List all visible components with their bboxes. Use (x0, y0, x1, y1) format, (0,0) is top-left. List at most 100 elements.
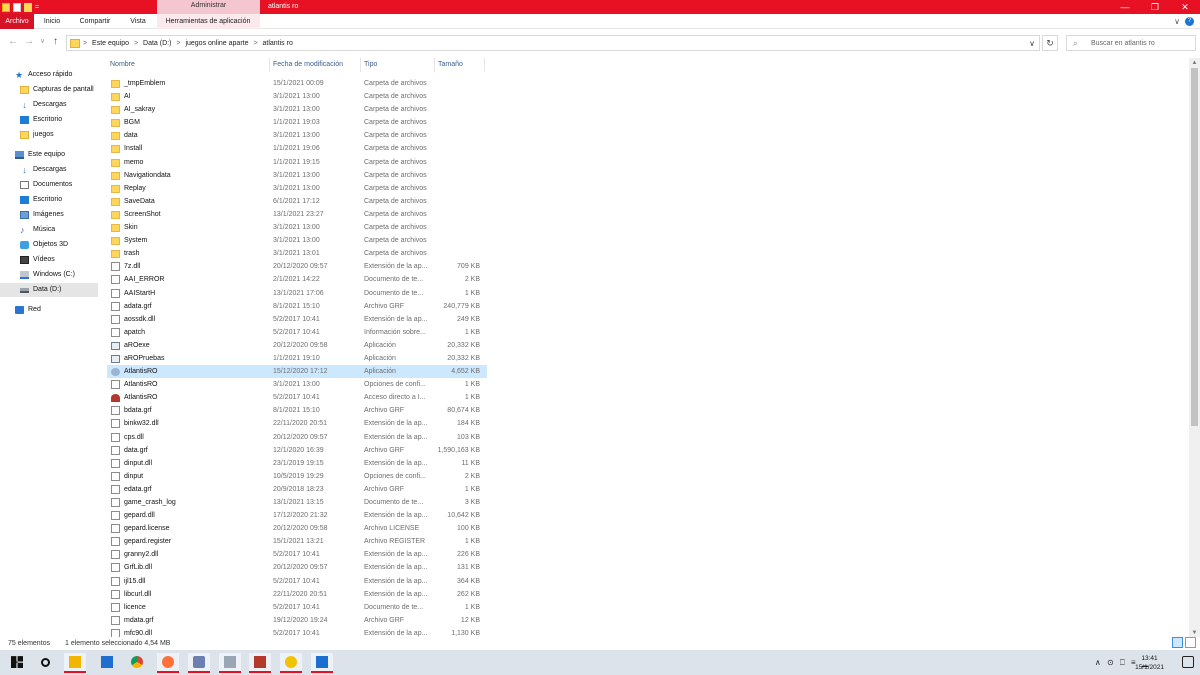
properties-icon[interactable] (13, 2, 21, 12)
sidebar-item-escritorio[interactable]: Escritorio (0, 193, 98, 207)
taskbar-chrome[interactable] (126, 653, 148, 673)
scroll-thumb[interactable] (1191, 68, 1198, 426)
table-row[interactable]: licence 5/2/2017 10:41 Documento de te... 1… (107, 601, 487, 614)
refresh-button[interactable]: ↻ (1042, 35, 1058, 51)
recent-locations-button[interactable]: ∨ (40, 35, 45, 49)
help-icon[interactable]: ? (1185, 17, 1194, 26)
table-row[interactable]: adata.grf 8/1/2021 15:10 Archivo GRF 240,77… (107, 300, 487, 313)
taskbar-media[interactable] (311, 653, 333, 673)
table-row[interactable]: granny2.dll 5/2/2017 10:41 Extensión de la… (107, 548, 487, 561)
table-row[interactable]: Replay 3/1/2021 13:00 Carpeta de archivos (107, 182, 487, 195)
taskbar-file-explorer[interactable] (64, 653, 86, 673)
taskbar-xbox[interactable] (280, 653, 302, 673)
sidebar-item-escritorio[interactable]: Escritorio (0, 113, 98, 127)
table-row[interactable]: dinput.dll 23/1/2019 19:15 Extensión de la… (107, 457, 487, 470)
table-row[interactable]: aROexe 20/12/2020 09:58 Aplicación 20,332 K… (107, 339, 487, 352)
sidebar-item-im-genes[interactable]: Imágenes (0, 208, 98, 222)
table-row[interactable]: gepard.dll 17/12/2020 21:32 Extensión de l… (107, 509, 487, 522)
breadcrumb-atlantis-ro[interactable]: atlantis ro (263, 40, 293, 47)
table-row[interactable]: Navigationdata 3/1/2021 13:00 Carpeta de a… (107, 169, 487, 182)
clock[interactable]: 13:41 15/1/2021 (1135, 654, 1164, 672)
table-row[interactable]: aossdk.dll 5/2/2017 10:41 Extensión de la … (107, 313, 487, 326)
sidebar-item-objetos-3d[interactable]: Objetos 3D (0, 238, 98, 252)
table-row[interactable]: binkw32.dll 22/11/2020 20:51 Extensión de … (107, 417, 487, 430)
sidebar-item-capturas-de-pantall[interactable]: Capturas de pantall (0, 83, 98, 97)
table-row[interactable]: memo 1/1/2021 19:15 Carpeta de archivos (107, 156, 487, 169)
table-row[interactable]: edata.grf 20/9/2018 18:23 Archivo GRF 1 KB (107, 483, 487, 496)
table-row[interactable]: GrfLib.dll 20/12/2020 09:57 Extensión de l… (107, 561, 487, 574)
sidebar-item-este-equipo[interactable]: Este equipo (0, 148, 98, 162)
chevron-down-icon[interactable]: ∨ (1029, 36, 1035, 51)
close-button[interactable]: ✕ (1170, 0, 1200, 14)
contextual-tab-manage[interactable]: Administrar (157, 0, 260, 14)
table-row[interactable]: System 3/1/2021 13:00 Carpeta de archivos (107, 234, 487, 247)
back-button[interactable]: ← (8, 35, 18, 49)
tab-home[interactable]: Inicio (38, 14, 66, 29)
sidebar-item-red[interactable]: Red (0, 303, 98, 317)
table-row[interactable]: AAI_ERROR 2/1/2021 14:22 Documento de te..… (107, 273, 487, 286)
details-view-icon[interactable] (1172, 637, 1183, 648)
table-row[interactable]: gepard.license 20/12/2020 09:58 Archivo LI… (107, 522, 487, 535)
table-row[interactable]: AtlantisRO 15/12/2020 17:12 Aplicación 4,65… (107, 365, 487, 379)
table-row[interactable]: SaveData 6/1/2021 17:12 Carpeta de archivo… (107, 195, 487, 208)
large-icons-view-icon[interactable] (1185, 637, 1196, 648)
sidebar-item-windows-c[interactable]: Windows (C:) (0, 268, 98, 282)
taskbar-firefox[interactable] (157, 653, 179, 673)
table-row[interactable]: ScreenShot 13/1/2021 23:27 Carpeta de arch… (107, 208, 487, 221)
tab-view[interactable]: Vista (124, 14, 152, 29)
table-row[interactable]: trash 3/1/2021 13:01 Carpeta de archivos (107, 247, 487, 260)
sidebar-item-data-d[interactable]: Data (D:) (0, 283, 98, 297)
table-row[interactable]: BGM 1/1/2021 19:03 Carpeta de archivos (107, 116, 487, 129)
column-header-name[interactable]: Nombre (107, 58, 270, 72)
table-row[interactable]: data.grf 12/1/2020 16:39 Archivo GRF 1,590,… (107, 444, 487, 457)
table-row[interactable]: gepard.register 15/1/2021 13:21 Archivo RE… (107, 535, 487, 548)
breadcrumb-data-drive[interactable]: Data (D:) (143, 40, 171, 47)
notification-center-icon[interactable] (1182, 656, 1194, 668)
taskbar-mail[interactable] (96, 653, 118, 673)
table-row[interactable]: Skin 3/1/2021 13:00 Carpeta de archivos (107, 221, 487, 234)
search-input[interactable]: ⌕ Buscar en atlantis ro (1066, 35, 1196, 51)
table-row[interactable]: AAIStartH 13/1/2021 17:06 Documento de te.… (107, 287, 487, 300)
sidebar-item-descargas[interactable]: ↓ Descargas (0, 163, 98, 177)
table-row[interactable]: AI_sakray 3/1/2021 13:00 Carpeta de archiv… (107, 103, 487, 116)
table-row[interactable]: apatch 5/2/2017 10:41 Información sobre...… (107, 326, 487, 339)
table-row[interactable]: libcurl.dll 22/11/2020 20:51 Extensión de … (107, 588, 487, 601)
column-header-type[interactable]: Tipo (361, 58, 435, 72)
table-row[interactable]: dinput 10/5/2019 19:29 Opciones de confi..… (107, 470, 487, 483)
table-row[interactable]: AtlantisRO 5/2/2017 10:41 Acceso directo a… (107, 391, 487, 404)
tab-file[interactable]: Archivo (0, 14, 34, 29)
table-row[interactable]: data 3/1/2021 13:00 Carpeta de archivos (107, 129, 487, 142)
vertical-scrollbar[interactable]: ▲ ▼ (1189, 58, 1200, 638)
sidebar-item-m-sica[interactable]: ♪ Música (0, 223, 98, 237)
tab-application-tools[interactable]: Herramientas de aplicación (160, 14, 256, 29)
table-row[interactable]: aROPruebas 1/1/2021 19:10 Aplicación 20,332… (107, 352, 487, 365)
sidebar-item-descargas[interactable]: ↓ Descargas (0, 98, 98, 112)
address-box[interactable]: > Este equipo > Data (D:) > juegos onlin… (66, 35, 1040, 51)
breadcrumb-juegos-online[interactable]: juegos online aparte (185, 40, 248, 47)
tab-share[interactable]: Compartir (74, 14, 116, 29)
expand-ribbon-icon[interactable]: ∨ (1174, 14, 1180, 29)
forward-button[interactable]: → (24, 35, 34, 49)
taskbar-app[interactable] (188, 653, 210, 673)
breadcrumb-this-pc[interactable]: Este equipo (92, 40, 129, 47)
new-folder-icon[interactable] (24, 2, 32, 12)
sidebar-item-juegos[interactable]: juegos (0, 128, 98, 142)
column-header-date[interactable]: Fecha de modificación (270, 58, 361, 72)
minimize-button[interactable]: — (1110, 0, 1140, 14)
table-row[interactable]: bdata.grf 8/1/2021 15:10 Archivo GRF 80,674… (107, 404, 487, 417)
table-row[interactable]: game_crash_log 13/1/2021 13:15 Documento d… (107, 496, 487, 509)
table-row[interactable]: AtlantisRO 3/1/2021 13:00 Opciones de conf… (107, 378, 487, 391)
maximize-button[interactable]: ❐ (1140, 0, 1170, 14)
sidebar-item-acceso-r-pido[interactable]: ★ Acceso rápido (0, 68, 98, 82)
taskbar-photos[interactable] (219, 653, 241, 673)
column-header-size[interactable]: Tamaño (435, 58, 485, 72)
up-button[interactable]: ↑ (53, 35, 58, 49)
folder-icon[interactable] (2, 2, 10, 12)
table-row[interactable]: cps.dll 20/12/2020 09:57 Extensión de la a… (107, 431, 487, 444)
table-row[interactable]: _tmpEmblem 15/1/2021 00:09 Carpeta de arch… (107, 77, 487, 90)
start-button[interactable] (6, 653, 28, 673)
table-row[interactable]: ijl15.dll 5/2/2017 10:41 Extensión de la a… (107, 575, 487, 588)
table-row[interactable]: Install 1/1/2021 19:06 Carpeta de archivos (107, 142, 487, 155)
customize-toolbar-icon[interactable]: = (35, 3, 42, 12)
table-row[interactable]: 7z.dll 20/12/2020 09:57 Extensión de la ap… (107, 260, 487, 273)
